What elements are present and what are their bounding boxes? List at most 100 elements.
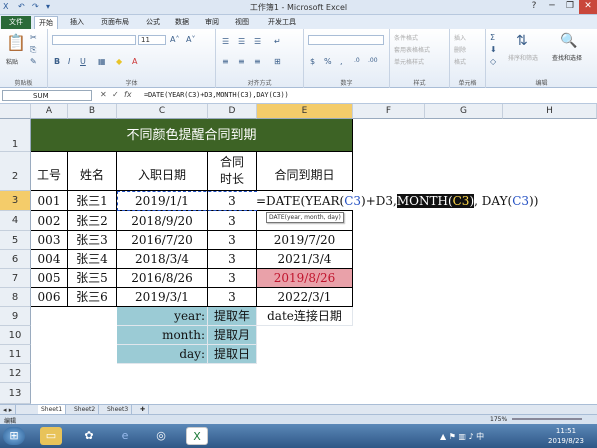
- excel-taskbar-icon[interactable]: X: [186, 427, 208, 445]
- cell-hire-date-row5[interactable]: 2016/7/20: [117, 231, 208, 250]
- align-center-icon[interactable]: ≡: [238, 57, 245, 66]
- column-header-b[interactable]: B: [68, 104, 117, 119]
- paste-label[interactable]: 粘贴: [6, 57, 18, 66]
- cell-length-row4[interactable]: 3: [208, 211, 257, 231]
- cell-id-row7[interactable]: 005: [31, 269, 68, 288]
- merge-cells-icon[interactable]: ⊞: [274, 57, 281, 66]
- worksheet-grid[interactable]: A B C D E F G H 1 2 3 4 5 6 7 8 9 10 11 …: [0, 104, 597, 404]
- cell-id-row6[interactable]: 004: [31, 250, 68, 269]
- border-icon[interactable]: ▦: [98, 57, 106, 66]
- chrome-icon[interactable]: ◎: [150, 427, 172, 445]
- note-value-year[interactable]: 提取年: [208, 307, 257, 326]
- cell-name-row4[interactable]: 张三2: [68, 211, 117, 231]
- paste-icon[interactable]: 📋: [6, 33, 26, 52]
- enter-icon[interactable]: ✓: [112, 90, 119, 99]
- note-value-day[interactable]: 提取日: [208, 345, 257, 364]
- note-label-year[interactable]: year:: [117, 307, 208, 326]
- align-left-icon[interactable]: ≡: [222, 57, 229, 66]
- delete-cells-button[interactable]: 删除: [454, 45, 466, 54]
- italic-icon[interactable]: I: [68, 57, 70, 66]
- tab-developer[interactable]: 开发工具: [264, 16, 300, 29]
- note-label-day[interactable]: day:: [117, 345, 208, 364]
- find-select-label[interactable]: 查找和选择: [552, 53, 582, 62]
- row-header-6[interactable]: 6: [0, 250, 31, 269]
- row-header-11[interactable]: 11: [0, 345, 31, 364]
- cell-name-row8[interactable]: 张三6: [68, 288, 117, 307]
- cell-name-row7[interactable]: 张三5: [68, 269, 117, 288]
- file-explorer-icon[interactable]: ▭: [40, 427, 62, 445]
- cell-expiry-row5[interactable]: 2019/7/20: [257, 231, 353, 250]
- tab-page-layout[interactable]: 页面布局: [97, 16, 133, 29]
- grow-font-icon[interactable]: A˄: [170, 35, 179, 44]
- tab-view[interactable]: 视图: [231, 16, 253, 29]
- tab-home[interactable]: 开始: [34, 16, 58, 29]
- cell-length-row7[interactable]: 3: [208, 269, 257, 288]
- cell-expiry-row6[interactable]: 2021/3/4: [257, 250, 353, 269]
- row-header-4[interactable]: 4: [0, 211, 31, 231]
- cell-expiry-row8[interactable]: 2022/3/1: [257, 288, 353, 307]
- row-header-8[interactable]: 8: [0, 288, 31, 307]
- fill-color-icon[interactable]: ◆: [116, 57, 122, 66]
- row-header-7[interactable]: 7: [0, 269, 31, 288]
- sort-filter-label[interactable]: 排序和筛选: [508, 53, 538, 62]
- row-header-12[interactable]: 12: [0, 364, 31, 383]
- row-header-5[interactable]: 5: [0, 231, 31, 250]
- wrap-text-icon[interactable]: ↵: [274, 37, 281, 46]
- header-name[interactable]: 姓名: [68, 152, 117, 191]
- copy-icon[interactable]: ⎘: [30, 45, 36, 55]
- app-icon[interactable]: ✿: [78, 427, 100, 445]
- clear-icon[interactable]: ◇: [490, 57, 496, 66]
- cancel-icon[interactable]: ✕: [100, 90, 107, 99]
- sort-filter-icon[interactable]: ⇅: [516, 33, 528, 49]
- row-header-13[interactable]: 13: [0, 383, 31, 404]
- increase-decimal-icon[interactable]: .0: [354, 57, 360, 64]
- formula-input[interactable]: =DATE(YEAR(C3)+D3,MONTH(C3),DAY(C3)): [144, 91, 289, 99]
- note-value-month[interactable]: 提取月: [208, 326, 257, 345]
- font-color-icon[interactable]: A: [132, 57, 137, 66]
- help-icon[interactable]: ?: [525, 0, 543, 14]
- cell-expiry-row7[interactable]: 2019/8/26: [257, 269, 353, 288]
- row-header-1[interactable]: 1: [0, 119, 31, 152]
- column-header-g[interactable]: G: [425, 104, 503, 119]
- percent-icon[interactable]: %: [324, 57, 332, 66]
- close-button[interactable]: ✕: [579, 0, 597, 14]
- cut-icon[interactable]: ✂: [30, 33, 37, 42]
- note-extra[interactable]: date连接日期: [257, 307, 353, 326]
- header-hire-date[interactable]: 入职日期: [117, 152, 208, 191]
- header-expiry-date[interactable]: 合同到期日: [257, 152, 353, 191]
- cell-hire-date-row6[interactable]: 2018/3/4: [117, 250, 208, 269]
- font-size-box[interactable]: 11: [138, 35, 166, 45]
- note-label-month[interactable]: month:: [117, 326, 208, 345]
- cell-length-row5[interactable]: 3: [208, 231, 257, 250]
- cell-name-row6[interactable]: 张三4: [68, 250, 117, 269]
- ie-browser-icon[interactable]: e: [114, 427, 136, 445]
- font-name-box[interactable]: [52, 35, 136, 45]
- header-id[interactable]: 工号: [31, 152, 68, 191]
- cell-styles-button[interactable]: 单元格样式: [394, 57, 424, 66]
- title-cell[interactable]: 不同颜色提醒合同到期: [31, 119, 353, 152]
- align-middle-icon[interactable]: ☰: [238, 37, 245, 46]
- fill-icon[interactable]: ⬇: [490, 45, 497, 54]
- decrease-decimal-icon[interactable]: .00: [368, 57, 378, 64]
- tray-icons[interactable]: ▲ ⚑ ▥ ♪ 中: [440, 431, 484, 442]
- autosum-icon[interactable]: Σ: [490, 33, 495, 42]
- comma-icon[interactable]: ,: [340, 57, 343, 66]
- cell-editor[interactable]: =DATE(YEAR(C3)+D3,MONTH(C3), DAY(C3)): [256, 192, 543, 210]
- cell-id-row3[interactable]: 001: [31, 191, 68, 211]
- align-bottom-icon[interactable]: ☰: [254, 37, 261, 46]
- column-header-e[interactable]: E: [257, 104, 353, 119]
- tab-review[interactable]: 审阅: [201, 16, 223, 29]
- select-all-corner[interactable]: [0, 104, 31, 119]
- header-contract-length[interactable]: 合同时长: [208, 152, 257, 191]
- cell-length-row8[interactable]: 3: [208, 288, 257, 307]
- format-as-table-button[interactable]: 套用表格格式: [394, 45, 430, 54]
- format-painter-icon[interactable]: ✎: [30, 57, 37, 66]
- cell-hire-date-row4[interactable]: 2018/9/20: [117, 211, 208, 231]
- row-header-2[interactable]: 2: [0, 152, 31, 191]
- tab-data[interactable]: 数据: [171, 16, 193, 29]
- row-header-10[interactable]: 10: [0, 326, 31, 345]
- insert-function-icon[interactable]: fx: [124, 90, 132, 99]
- cell-id-row4[interactable]: 002: [31, 211, 68, 231]
- find-select-icon[interactable]: 🔍: [560, 33, 577, 49]
- clock[interactable]: 11:51 2019/8/23: [541, 426, 591, 446]
